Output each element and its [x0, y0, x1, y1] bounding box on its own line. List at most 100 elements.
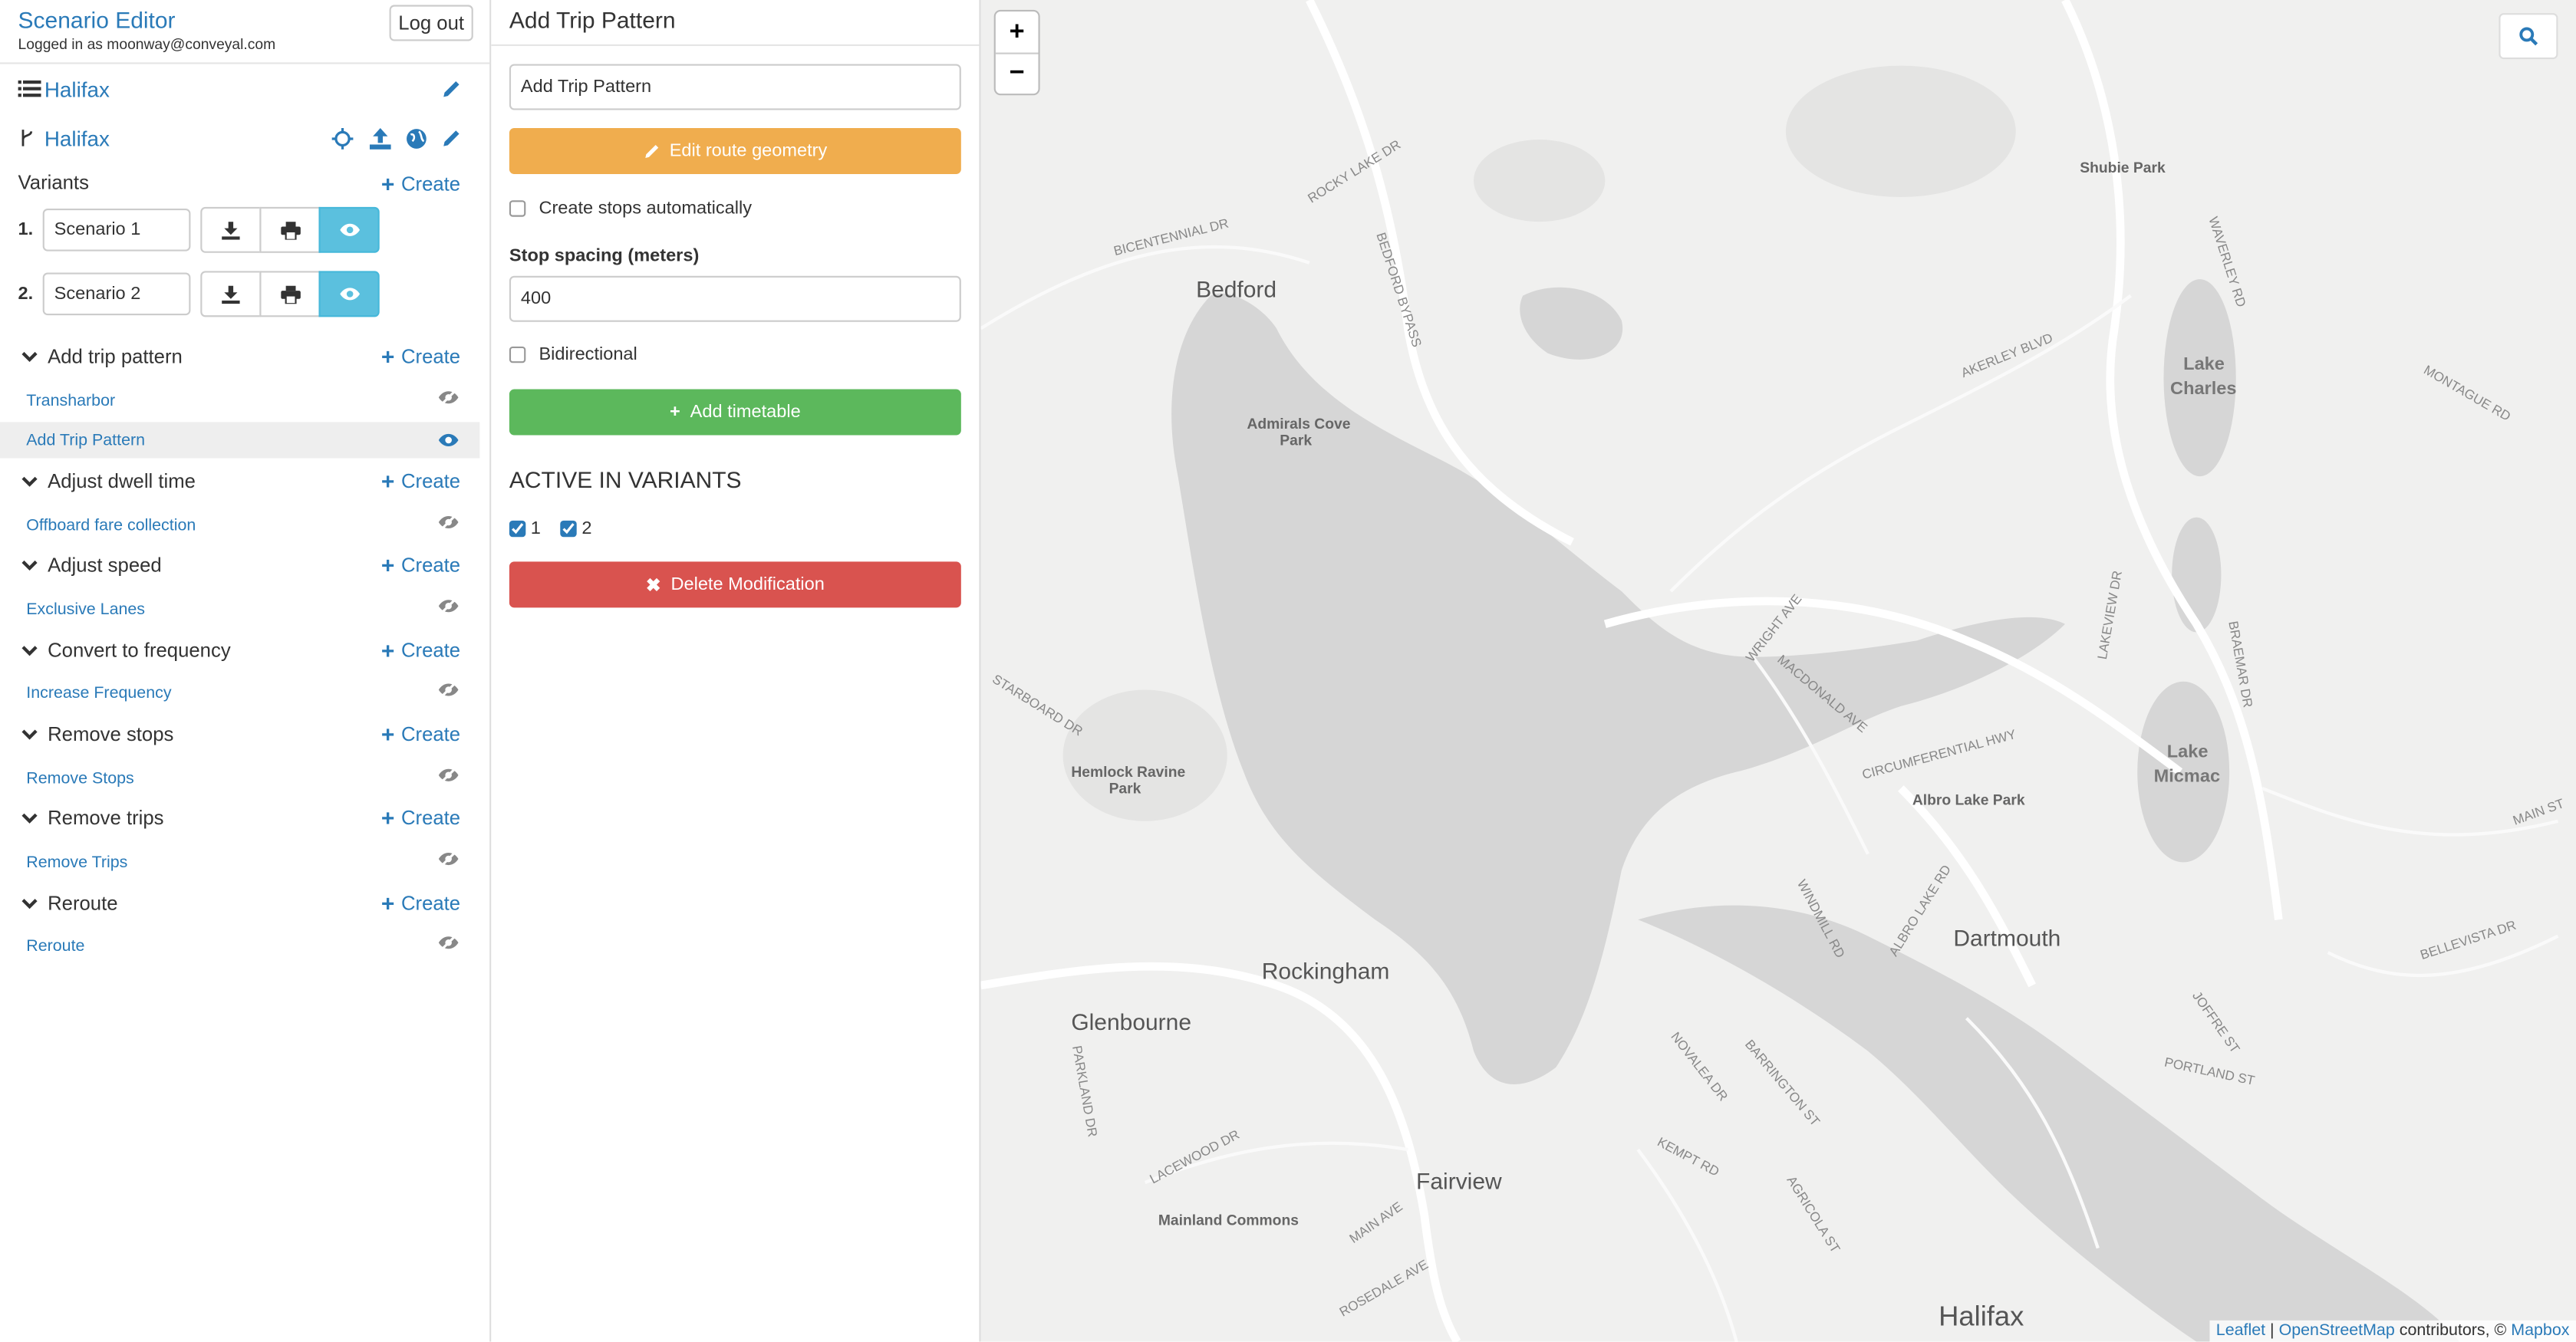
- zoom-in-button[interactable]: +: [996, 12, 1039, 53]
- project-row[interactable]: Halifax: [18, 72, 110, 105]
- plus-icon: +: [380, 721, 395, 748]
- zoom-out-button[interactable]: −: [995, 52, 1039, 94]
- eye-slash-icon[interactable]: [438, 390, 459, 406]
- map-label-lake-charles: Lake: [2183, 354, 2225, 375]
- variant-checkbox-label-2: 2: [581, 518, 592, 539]
- modification-type-header[interactable]: Add trip pattern: [21, 341, 183, 371]
- edit-bundle-icon[interactable]: [440, 127, 463, 150]
- variant-name-input[interactable]: Scenario 1: [42, 208, 191, 252]
- eye-slash-icon[interactable]: [438, 682, 459, 698]
- modification-type-header[interactable]: Remove stops: [21, 719, 174, 749]
- create-stops-checkbox[interactable]: [509, 200, 526, 217]
- edit-route-geometry-label: Edit route geometry: [669, 141, 828, 161]
- modification-type-label: Add trip pattern: [48, 344, 183, 368]
- modification-type-header[interactable]: Convert to frequency: [21, 636, 231, 666]
- modification-name-input[interactable]: Add Trip Pattern: [509, 64, 961, 110]
- modification-type-label: Adjust dwell time: [48, 469, 196, 493]
- create-modification-button[interactable]: + Create: [381, 344, 460, 370]
- add-timetable-button[interactable]: + Add timetable: [509, 389, 961, 436]
- print-button[interactable]: [259, 271, 321, 317]
- mapbox-link[interactable]: Mapbox: [2511, 1322, 2569, 1340]
- modification-type-header[interactable]: Adjust dwell time: [21, 466, 196, 496]
- project-name[interactable]: Halifax: [44, 77, 110, 101]
- eye-icon: [339, 223, 359, 236]
- modification-item[interactable]: Increase Frequency: [0, 675, 479, 711]
- login-status: Logged in as moonway@conveyal.com: [18, 36, 276, 53]
- eye-slash-icon[interactable]: [438, 767, 459, 783]
- modification-name[interactable]: Exclusive Lanes: [26, 600, 145, 619]
- chevron-down-icon: [21, 350, 38, 361]
- app-title[interactable]: Scenario Editor: [18, 7, 176, 33]
- logout-button[interactable]: Log out: [389, 5, 473, 41]
- variant-checkbox-row[interactable]: 1 2: [509, 518, 592, 539]
- eye-slash-icon[interactable]: [438, 850, 459, 867]
- map-search-button[interactable]: [2499, 13, 2558, 60]
- create-variant-button[interactable]: + Create: [381, 171, 460, 197]
- openstreetmap-link[interactable]: OpenStreetMap: [2279, 1322, 2395, 1340]
- variant-checkbox-2[interactable]: [560, 520, 577, 538]
- checkmark-icon: [512, 523, 524, 534]
- delete-modification-button[interactable]: ✖ Delete Modification: [509, 561, 961, 608]
- variant-checkbox-1[interactable]: [509, 520, 526, 538]
- modification-name[interactable]: Reroute: [26, 937, 84, 956]
- modification-item-active[interactable]: Add Trip Pattern: [0, 422, 480, 459]
- eye-slash-icon[interactable]: [438, 598, 459, 614]
- modification-item[interactable]: Remove Stops: [0, 761, 479, 797]
- globe-icon[interactable]: [404, 127, 427, 150]
- modification-type-label: Remove trips: [48, 806, 164, 830]
- modification-name[interactable]: Offboard fare collection: [26, 517, 196, 535]
- modification-item[interactable]: Offboard fare collection: [0, 508, 479, 544]
- print-icon: [280, 221, 300, 239]
- modification-type-label: Remove stops: [48, 722, 174, 746]
- create-modification-button[interactable]: + Create: [381, 721, 460, 747]
- modification-name[interactable]: Increase Frequency: [26, 684, 171, 702]
- upload-icon[interactable]: [368, 127, 391, 150]
- map[interactable]: + − Bedford Rockingham Glenbourne Fairvi…: [980, 0, 2576, 1342]
- bidirectional-checkbox-row[interactable]: Bidirectional: [509, 345, 637, 364]
- eye-slash-icon[interactable]: [438, 935, 459, 951]
- modification-name[interactable]: Transharbor: [26, 392, 115, 410]
- modification-type-header[interactable]: Remove trips: [21, 803, 164, 833]
- show-variant-button[interactable]: [318, 271, 380, 317]
- stop-spacing-input[interactable]: 400: [509, 275, 961, 322]
- edit-project-icon[interactable]: [440, 77, 463, 100]
- modification-item[interactable]: Transharbor: [0, 383, 479, 419]
- create-modification-button[interactable]: + Create: [381, 468, 460, 494]
- download-button[interactable]: [200, 271, 262, 317]
- modification-type-label: Adjust speed: [48, 553, 162, 577]
- modification-item[interactable]: Remove Trips: [0, 844, 479, 880]
- bundle-name[interactable]: Halifax: [44, 126, 110, 150]
- create-stops-checkbox-row[interactable]: Create stops automatically: [509, 199, 752, 219]
- create-label: Create: [400, 639, 461, 663]
- create-modification-button[interactable]: + Create: [381, 637, 460, 663]
- eye-slash-icon[interactable]: [438, 514, 459, 530]
- modification-item[interactable]: Exclusive Lanes: [0, 591, 479, 627]
- crosshairs-icon[interactable]: [330, 127, 353, 150]
- create-modification-button[interactable]: + Create: [381, 890, 460, 916]
- modification-type-header[interactable]: Reroute: [21, 889, 118, 919]
- create-label: Create: [400, 806, 461, 830]
- plus-icon: +: [380, 551, 395, 578]
- plus-icon: +: [380, 890, 395, 917]
- show-variant-button[interactable]: [318, 206, 380, 253]
- variant-name-input[interactable]: Scenario 2: [42, 272, 191, 316]
- modification-type-header[interactable]: Adjust speed: [21, 550, 162, 580]
- leaflet-link[interactable]: Leaflet: [2216, 1322, 2265, 1340]
- map-label-rockingham: Rockingham: [1261, 957, 1390, 984]
- print-button[interactable]: [259, 206, 321, 253]
- bundle-row[interactable]: Halifax: [18, 121, 110, 154]
- delete-modification-label: Delete Modification: [670, 574, 825, 595]
- modification-name[interactable]: Remove Trips: [26, 854, 127, 872]
- create-modification-button[interactable]: + Create: [381, 804, 460, 831]
- download-button[interactable]: [200, 206, 262, 253]
- modification-name[interactable]: Remove Stops: [26, 769, 133, 788]
- eye-icon[interactable]: [438, 433, 459, 446]
- modification-item[interactable]: Reroute: [0, 928, 479, 964]
- create-modification-button[interactable]: + Create: [381, 552, 460, 578]
- variant-checkbox-label-1: 1: [530, 518, 541, 539]
- map-label-admirals-cove: Admirals Cove: [1247, 415, 1351, 433]
- modification-editor-panel: Add Trip Pattern Add Trip Pattern Edit r…: [491, 0, 981, 1342]
- edit-route-geometry-button[interactable]: Edit route geometry: [509, 128, 961, 175]
- bidirectional-checkbox[interactable]: [509, 346, 526, 363]
- modification-name[interactable]: Add Trip Pattern: [26, 431, 145, 449]
